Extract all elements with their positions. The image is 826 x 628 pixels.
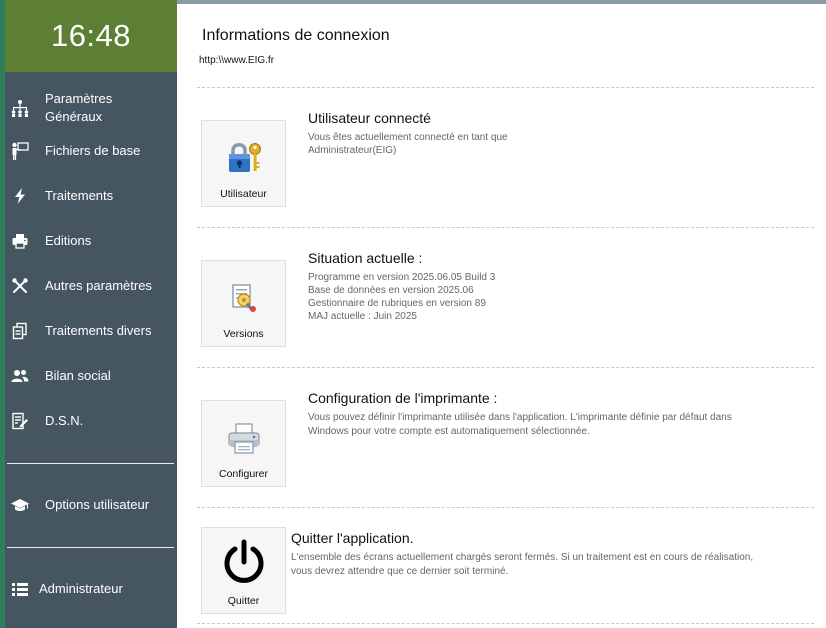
lightning-icon (11, 187, 29, 205)
users-icon (11, 367, 29, 385)
versions-icon (202, 273, 285, 323)
clock: 16:48 (5, 0, 177, 72)
presenter-icon (11, 142, 29, 160)
section-line: Vous pouvez définir l'imprimante utilisé… (308, 412, 732, 423)
sidebar-item-label: Bilan social (45, 368, 111, 383)
section-title-quit: Quitter l'application. (291, 530, 414, 546)
org-chart-icon (11, 99, 29, 117)
sidebar-item-traitements-divers[interactable]: Traitements divers (5, 321, 177, 341)
sidebar-divider (7, 547, 174, 548)
documents-icon (11, 322, 29, 340)
section-line: MAJ actuelle : Juin 2025 (308, 311, 417, 322)
website-link[interactable]: http:\\www.EIG.fr (199, 55, 274, 66)
section-line: Programme en version 2025.06.05 Build 3 (308, 272, 496, 283)
section-line: L'ensemble des écrans actuellement charg… (291, 552, 754, 563)
sidebar-item-parametres-generaux[interactable]: Paramètres Généraux (5, 90, 177, 126)
section-divider (197, 623, 814, 624)
page-title: Informations de connexion (202, 27, 390, 44)
printer-icon (202, 413, 285, 463)
tile-label: Utilisateur (220, 188, 267, 200)
section-divider (197, 507, 814, 508)
section-divider (197, 87, 814, 88)
tile-label: Configurer (218, 468, 269, 480)
printer-icon (11, 232, 29, 250)
section-divider (197, 227, 814, 228)
section-line: Administrateur(EIG) (308, 145, 397, 156)
section-line: Base de données en version 2025.06 (308, 285, 474, 296)
edit-document-icon (11, 412, 29, 430)
section-title-printer: Configuration de l'imprimante : (308, 390, 498, 406)
sidebar-item-bilan-social[interactable]: Bilan social (5, 366, 177, 386)
user-tile-button[interactable]: Utilisateur (201, 120, 286, 207)
section-divider (197, 367, 814, 368)
section-title-situation: Situation actuelle : (308, 250, 423, 266)
section-line: Gestionnaire de rubriques en version 89 (308, 298, 486, 309)
graduation-cap-icon (11, 496, 29, 514)
sidebar-item-dsn[interactable]: D.S.N. (5, 411, 177, 431)
sidebar-item-label: Fichiers de base (45, 143, 141, 158)
sidebar-item-label: Traitements divers (45, 323, 152, 338)
versions-tile-button[interactable]: Versions (201, 260, 286, 347)
tile-label: Quitter (227, 595, 260, 607)
section-title-user: Utilisateur connecté (308, 110, 431, 126)
sidebar-item-label: Autres paramètres (45, 278, 152, 293)
sidebar-item-label: Paramètres Généraux (45, 91, 113, 124)
sidebar-item-options-utilisateur[interactable]: Options utilisateur (5, 495, 177, 515)
main-content: Informations de connexion http:\\www.EIG… (177, 4, 826, 628)
lock-key-icon (202, 133, 285, 183)
sidebar-item-label: Editions (45, 233, 92, 248)
sidebar-item-label: Traitements (45, 188, 114, 203)
quit-button[interactable]: Quitter (201, 527, 286, 614)
section-line: Vous êtes actuellement connecté en tant … (308, 132, 508, 143)
sidebar-item-fichiers-de-base[interactable]: Fichiers de base (5, 141, 177, 161)
list-icon (11, 580, 29, 598)
power-icon (202, 534, 285, 590)
tile-label: Versions (223, 328, 264, 340)
sidebar-item-label: Options utilisateur (45, 497, 150, 512)
section-line: vous devrez attendre que ce dernier soit… (291, 566, 509, 577)
configure-printer-button[interactable]: Configurer (201, 400, 286, 487)
sidebar-divider (7, 463, 174, 464)
sidebar: 16:48 Paramètres Généraux Fichiers de ba… (5, 0, 177, 628)
section-line: Windows pour votre compte est automatiqu… (308, 426, 590, 437)
tools-icon (11, 277, 29, 295)
sidebar-item-label: Administrateur (39, 581, 123, 596)
sidebar-item-editions[interactable]: Editions (5, 231, 177, 251)
sidebar-item-autres-parametres[interactable]: Autres paramètres (5, 276, 177, 296)
sidebar-item-user[interactable]: Administrateur (5, 579, 177, 599)
sidebar-item-traitements[interactable]: Traitements (5, 186, 177, 206)
sidebar-item-label: D.S.N. (45, 413, 84, 428)
